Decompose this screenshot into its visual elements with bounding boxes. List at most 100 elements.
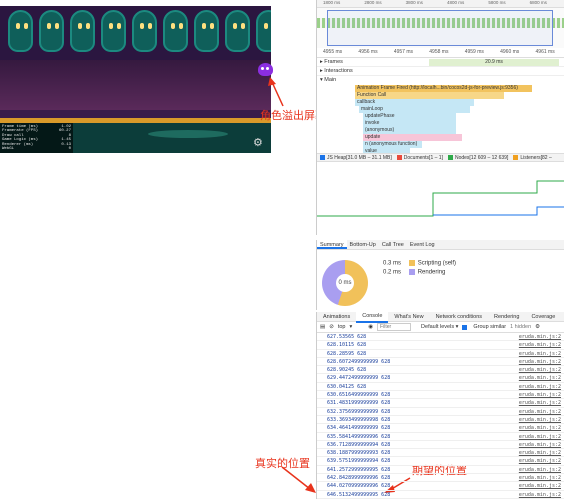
group-similar-checkbox[interactable] <box>462 324 468 330</box>
flame-entry[interactable]: n (anonymous function) <box>363 141 423 148</box>
source-link[interactable]: eruda.min.js:2 <box>519 399 561 406</box>
source-link[interactable]: eruda.min.js:2 <box>519 383 561 390</box>
stat-row: WebGL 0 <box>2 147 71 151</box>
legend-label: Nodes[12 609 – 12 639] <box>454 154 509 161</box>
source-link[interactable]: eruda.min.js:2 <box>519 408 561 415</box>
blob-eye <box>16 23 20 29</box>
tab-coverage[interactable]: Coverage <box>525 312 561 322</box>
console-message: 627.53565 628 eruda.min.js:2 <box>317 333 564 342</box>
message-text: 644.0270999999996 628 <box>327 483 391 490</box>
counter-graph <box>317 163 564 235</box>
overview-chart[interactable] <box>317 8 564 48</box>
source-link[interactable]: eruda.min.js:2 <box>519 424 561 431</box>
message-text: 630.04125 628 <box>327 383 367 390</box>
legend-label: Listeners[82 – <box>520 154 552 161</box>
tab-bottom-up[interactable]: Bottom-Up <box>347 240 379 249</box>
message-text: 634.4641499999999 628 <box>327 425 391 432</box>
filter-input[interactable] <box>377 323 412 331</box>
source-link[interactable]: eruda.min.js:2 <box>519 358 561 365</box>
blob-eye <box>210 23 214 29</box>
legend-item[interactable]: JS Heap[31.0 MB – 31.1 MB] <box>320 155 392 161</box>
legend-checkbox[interactable] <box>396 154 402 160</box>
console-message: 636.7128999999994 628 eruda.min.js:2 <box>317 441 564 450</box>
legend-checkbox[interactable] <box>513 154 519 160</box>
timeline-tick: 4959 ms <box>464 49 484 55</box>
flame-entry[interactable]: mainLoop <box>359 106 471 113</box>
legend-checkbox[interactable] <box>320 154 325 160</box>
source-link[interactable]: eruda.min.js:2 <box>519 482 561 489</box>
drawer-tabs: Animations Console What's New Network condi… <box>317 310 564 323</box>
flame-entry[interactable]: callback <box>355 99 475 106</box>
message-text: 635.5841499999996 628 <box>327 433 391 440</box>
settings-gear-icon[interactable]: ⚙ <box>535 324 540 330</box>
tab-network-conditions[interactable]: Network conditions <box>430 312 488 322</box>
message-text: 633.3693499999998 628 <box>327 416 391 423</box>
console-message: 641.2572999999995 628 eruda.min.js:2 <box>317 466 564 475</box>
flame-entry[interactable]: updatePhase <box>363 113 457 120</box>
blob-eye <box>47 23 51 29</box>
flame-entry[interactable]: Animation Frame Fired (http://localh...b… <box>355 85 533 92</box>
legend-item[interactable]: Documents[1 – 1] <box>396 154 443 161</box>
source-link[interactable]: eruda.min.js:2 <box>519 457 561 464</box>
flame-entry[interactable]: update <box>363 134 463 141</box>
source-link[interactable]: eruda.min.js:2 <box>519 441 561 448</box>
tab-rendering[interactable]: Rendering <box>488 312 525 322</box>
source-link[interactable]: eruda.min.js:2 <box>519 416 561 423</box>
source-link[interactable]: eruda.min.js:2 <box>519 333 561 340</box>
tab-event-log[interactable]: Event Log <box>407 240 438 249</box>
context-select[interactable]: top <box>338 324 346 330</box>
blob-eye <box>264 23 268 29</box>
source-link[interactable]: eruda.min.js:2 <box>519 391 561 398</box>
game-background-mid <box>0 60 271 110</box>
clear-console-icon[interactable]: ⊘ <box>329 324 334 330</box>
source-link[interactable]: eruda.min.js:2 <box>519 449 561 456</box>
game-canvas[interactable]: Frame time (ms) 1.02 Framerate (FPS) 60.27 D… <box>0 6 271 153</box>
flame-entry[interactable]: invoke <box>363 120 457 127</box>
source-link[interactable]: eruda.min.js:2 <box>519 433 561 440</box>
overview-selection[interactable] <box>327 10 553 46</box>
source-link[interactable]: eruda.min.js:2 <box>519 341 561 348</box>
message-text: 628.6072499999999 628 <box>327 358 391 365</box>
interactions-track[interactable]: ▸ Interactions <box>317 67 564 76</box>
source-link[interactable]: eruda.min.js:2 <box>519 374 561 381</box>
flame-entry[interactable]: Function Call <box>355 92 505 99</box>
frames-track[interactable]: ▸ Frames 20.9 ms <box>317 58 564 67</box>
sidebar-toggle-icon[interactable]: ▤ <box>320 324 325 330</box>
flame-entry[interactable]: (anonymous) <box>363 127 457 134</box>
message-text: 631.4831999999999 628 <box>327 400 391 407</box>
legend-checkbox[interactable] <box>447 154 453 160</box>
chevron-down-icon[interactable]: ▾ <box>349 324 352 330</box>
main-track[interactable]: ▾ Main <box>317 76 564 85</box>
legend-label: Documents[1 – 1] <box>403 154 443 161</box>
tab-call-tree[interactable]: Call Tree <box>379 240 407 249</box>
tab-what-s-new[interactable]: What's New <box>388 312 429 322</box>
tab-console[interactable]: Console <box>356 310 389 323</box>
eye-icon[interactable]: ◉ <box>368 324 373 330</box>
main-label: Main <box>324 77 337 83</box>
source-link[interactable]: eruda.min.js:2 <box>519 466 561 473</box>
console-message: 634.4641499999999 628 eruda.min.js:2 <box>317 424 564 433</box>
blob-eye <box>202 23 206 29</box>
message-text: 639.5751999999994 628 <box>327 458 391 465</box>
message-text: 628.28595 628 <box>327 350 367 357</box>
overview-tick: 2800 ms <box>364 0 382 5</box>
console-message: 644.0270999999996 628 eruda.min.js:2 <box>317 482 564 491</box>
source-link[interactable]: eruda.min.js:2 <box>519 366 561 373</box>
console-toolbar: ▤ ⊘ top ▾ ◉ Default levels ▾ Group simil… <box>317 322 564 333</box>
console-message: 630.04125 628 eruda.min.js:2 <box>317 383 564 392</box>
frame-bar[interactable]: 20.9 ms <box>429 59 559 66</box>
legend-item[interactable]: Listeners[82 – <box>513 154 552 161</box>
source-link[interactable]: eruda.min.js:2 <box>519 491 561 498</box>
summary-donut-chart: 0 ms <box>322 260 368 306</box>
source-link[interactable]: eruda.min.js:2 <box>519 350 561 357</box>
overview-tick: 5800 ms <box>488 0 506 5</box>
legend-item[interactable]: Nodes[12 609 – 12 639] <box>447 154 509 161</box>
gear-icon[interactable]: ⚙ <box>253 138 263 149</box>
tab-summary[interactable]: Summary <box>317 240 347 249</box>
log-levels-select[interactable]: Default levels ▾ <box>421 324 458 330</box>
summary-row-scripting: 0.3 ms Scripting (self) <box>383 260 456 267</box>
tab-animations[interactable]: Animations <box>317 312 356 322</box>
character-eye <box>261 67 264 70</box>
console-message: 631.4831999999999 628 eruda.min.js:2 <box>317 399 564 408</box>
source-link[interactable]: eruda.min.js:2 <box>519 474 561 481</box>
